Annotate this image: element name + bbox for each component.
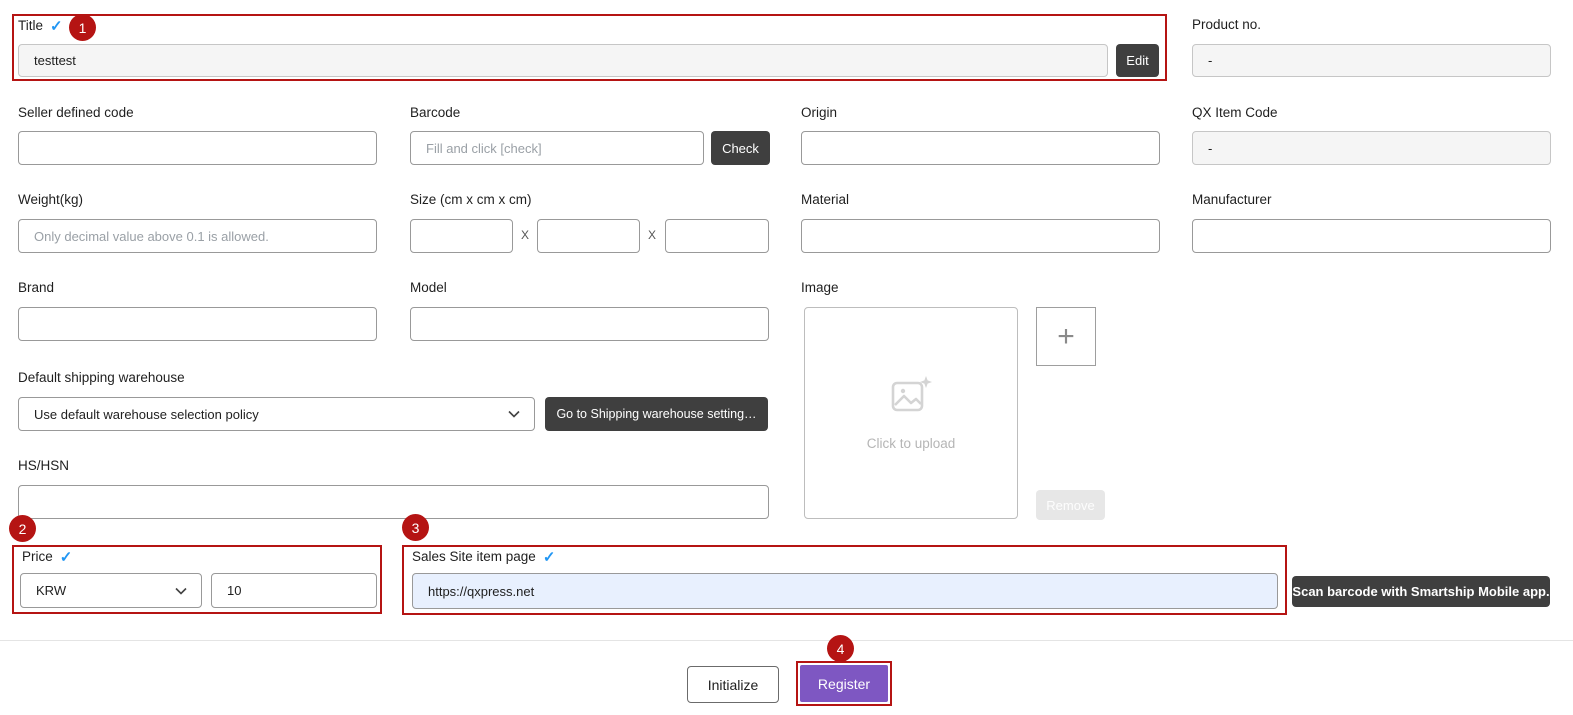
hs-hsn-input[interactable] bbox=[18, 485, 769, 519]
product-registration-form: 1 Title ✓ Edit Product no. Seller defined… bbox=[0, 0, 1573, 715]
annotation-badge-2: 2 bbox=[9, 515, 36, 542]
product-no-input bbox=[1192, 44, 1551, 77]
size-label: Size (cm x cm x cm) bbox=[410, 192, 532, 207]
size-separator-2: X bbox=[648, 228, 657, 242]
seller-code-label: Seller defined code bbox=[18, 105, 134, 120]
size-separator-1: X bbox=[521, 228, 530, 242]
qx-item-code-input bbox=[1192, 131, 1551, 165]
title-input[interactable] bbox=[18, 44, 1108, 77]
weight-label: Weight(kg) bbox=[18, 192, 84, 207]
image-label: Image bbox=[801, 280, 839, 295]
edit-button[interactable]: Edit bbox=[1116, 44, 1159, 77]
image-remove-button[interactable]: Remove bbox=[1036, 490, 1105, 520]
seller-code-input[interactable] bbox=[18, 131, 377, 165]
annotation-badge-4: 4 bbox=[827, 635, 854, 662]
sales-site-input[interactable] bbox=[412, 573, 1278, 609]
currency-selected-value: KRW bbox=[36, 583, 67, 598]
barcode-label: Barcode bbox=[410, 105, 461, 120]
manufacturer-label: Manufacturer bbox=[1192, 192, 1272, 207]
hs-hsn-label: HS/HSN bbox=[18, 458, 70, 473]
scan-barcode-button[interactable]: Scan barcode with Smartship Mobile app. bbox=[1292, 576, 1550, 607]
qx-item-code-label: QX Item Code bbox=[1192, 105, 1278, 120]
initialize-button[interactable]: Initialize bbox=[687, 666, 779, 703]
price-label: Price bbox=[22, 549, 53, 564]
material-input[interactable] bbox=[801, 219, 1160, 253]
origin-label: Origin bbox=[801, 105, 838, 120]
brand-input[interactable] bbox=[18, 307, 377, 341]
warehouse-label: Default shipping warehouse bbox=[18, 370, 185, 385]
size-height-input[interactable] bbox=[665, 219, 769, 253]
model-input[interactable] bbox=[410, 307, 769, 341]
barcode-check-button[interactable]: Check bbox=[711, 131, 770, 165]
chevron-down-icon bbox=[508, 407, 520, 422]
warehouse-select[interactable]: Use default warehouse selection policy bbox=[18, 397, 535, 431]
required-check-icon: ✓ bbox=[59, 549, 73, 566]
register-button[interactable]: Register bbox=[800, 665, 888, 702]
size-width-input[interactable] bbox=[410, 219, 513, 253]
currency-select[interactable]: KRW bbox=[20, 573, 202, 608]
material-label: Material bbox=[801, 192, 850, 207]
image-upload-icon bbox=[889, 375, 933, 420]
required-check-icon: ✓ bbox=[542, 549, 556, 566]
warehouse-selected-value: Use default warehouse selection policy bbox=[34, 406, 259, 422]
title-label: Title bbox=[18, 18, 44, 33]
image-upload-dropzone[interactable]: Click to upload bbox=[804, 307, 1018, 519]
image-add-button[interactable]: + bbox=[1036, 307, 1096, 366]
product-no-label: Product no. bbox=[1192, 17, 1262, 32]
annotation-badge-1: 1 bbox=[69, 14, 96, 41]
brand-label: Brand bbox=[18, 280, 55, 295]
price-amount-input[interactable] bbox=[211, 573, 377, 608]
footer-divider bbox=[0, 640, 1573, 641]
image-upload-text: Click to upload bbox=[866, 436, 956, 451]
plus-icon: + bbox=[1057, 319, 1075, 353]
model-label: Model bbox=[410, 280, 447, 295]
annotation-badge-3: 3 bbox=[402, 514, 429, 541]
chevron-down-icon bbox=[175, 583, 187, 598]
barcode-input[interactable] bbox=[410, 131, 704, 165]
weight-input[interactable] bbox=[18, 219, 377, 253]
manufacturer-input[interactable] bbox=[1192, 219, 1551, 253]
origin-input[interactable] bbox=[801, 131, 1160, 165]
required-check-icon: ✓ bbox=[50, 18, 63, 35]
size-depth-input[interactable] bbox=[537, 219, 640, 253]
sales-site-label: Sales Site item page bbox=[412, 549, 536, 564]
goto-warehouse-setting-button[interactable]: Go to Shipping warehouse setting… bbox=[545, 397, 768, 431]
